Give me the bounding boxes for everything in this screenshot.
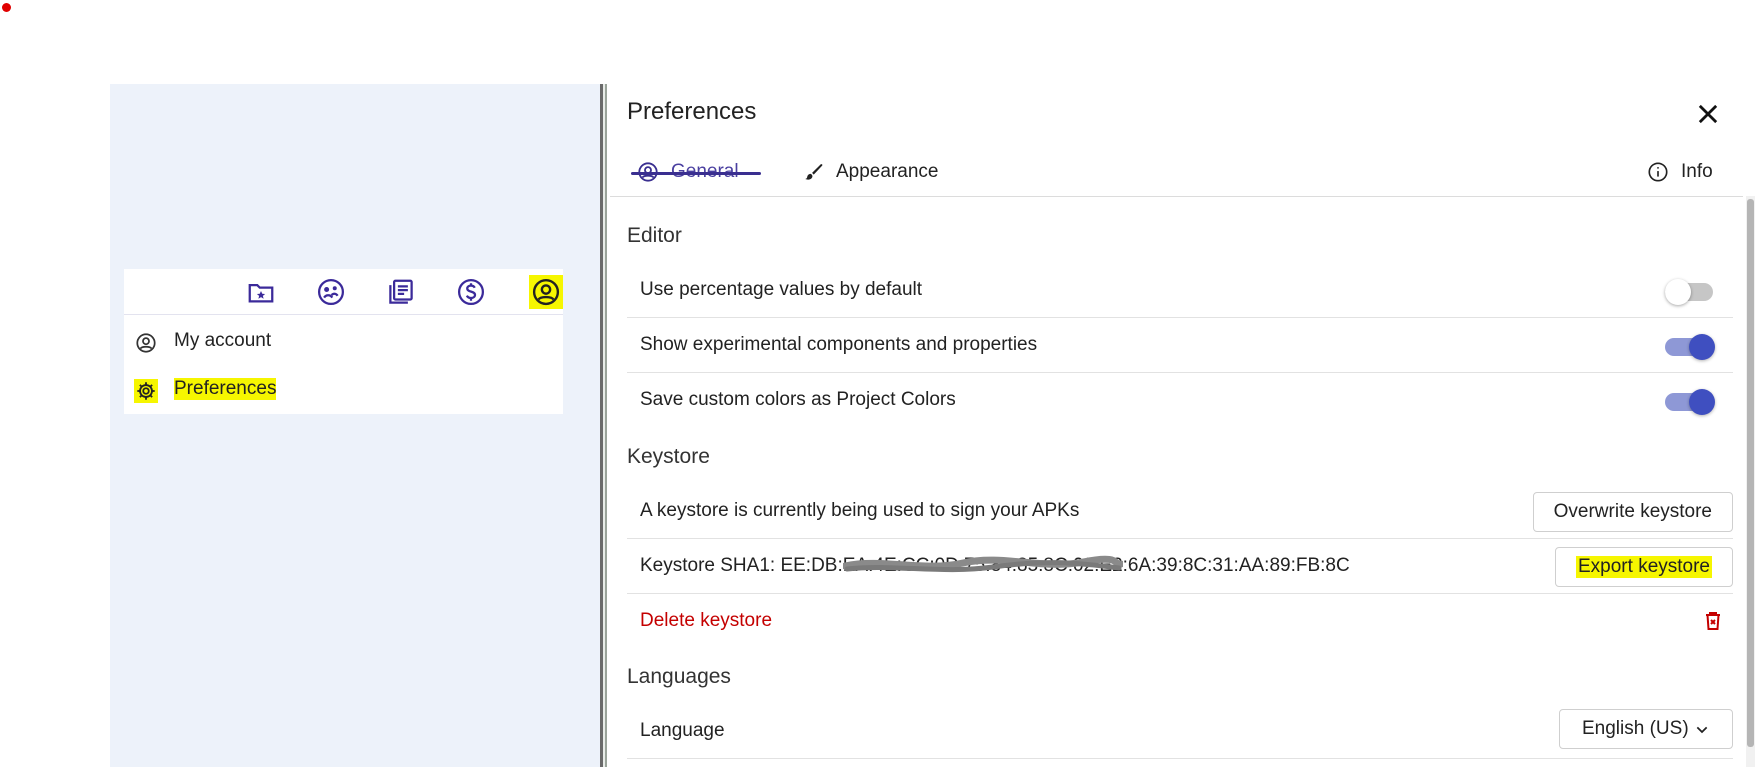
scrollbar[interactable] (1746, 196, 1755, 767)
keystore-status-text: A keystore is currently being used to si… (640, 500, 1080, 521)
project-folder-icon[interactable] (244, 275, 278, 309)
delete-keystore-label: Delete keystore (640, 610, 773, 631)
button-label: Overwrite keystore (1553, 501, 1712, 522)
language-row: Language English (US) (627, 704, 1733, 759)
experimental-toggle[interactable] (1665, 334, 1715, 360)
button-label: Export keystore (1576, 556, 1712, 578)
percentage-toggle[interactable] (1665, 279, 1715, 305)
docs-icon[interactable] (384, 275, 418, 309)
close-icon (1698, 104, 1718, 124)
brush-icon (805, 164, 823, 180)
section-title-editor: Editor (627, 224, 682, 247)
left-pane: My account Preferences (110, 84, 600, 767)
tabs-divider (610, 196, 1743, 197)
menu-item-label: My account (174, 330, 272, 351)
section-title-keystore: Keystore (627, 445, 710, 468)
menu-item-label: Preferences (174, 378, 277, 400)
delete-keystore-row[interactable]: Delete keystore (627, 594, 1733, 649)
chevron-down-icon (1696, 726, 1708, 734)
language-selected-value: English (US) (1582, 718, 1689, 739)
section-title-languages: Languages (627, 665, 731, 688)
strike-annotation (631, 172, 761, 175)
overwrite-keystore-button[interactable]: Overwrite keystore (1532, 492, 1733, 532)
keystore-sha1-row: Keystore SHA1: EE:DB:EA:4E:CC:0D:75:84:8… (627, 539, 1733, 594)
setting-row-percentage: Use percentage values by default (627, 263, 1733, 318)
setting-label: Save custom colors as Project Colors (640, 389, 956, 410)
setting-row-project-colors: Save custom colors as Project Colors (627, 373, 1733, 428)
close-button[interactable] (1694, 100, 1722, 128)
trash-icon[interactable] (1701, 609, 1725, 633)
language-label: Language (640, 720, 725, 741)
tab-label: Appearance (836, 161, 939, 182)
info-icon (1648, 162, 1668, 182)
tab-info[interactable]: Info (1647, 156, 1713, 188)
account-circle-icon (134, 331, 158, 355)
preferences-dialog: Preferences General Appearance Info Edit… (607, 84, 1755, 767)
language-select[interactable]: English (US) (1559, 709, 1733, 749)
billing-icon[interactable] (454, 275, 488, 309)
gear-icon (134, 379, 158, 403)
tab-label: Info (1681, 161, 1713, 182)
page-title: Preferences (627, 98, 757, 125)
assets-icon[interactable] (314, 275, 348, 309)
menu-item-my-account[interactable]: My account (124, 323, 563, 359)
menu-item-preferences[interactable]: Preferences (124, 371, 563, 407)
setting-label: Show experimental components and propert… (640, 334, 1038, 355)
setting-label: Use percentage values by default (640, 279, 923, 300)
nav-icon-bar (124, 269, 563, 315)
account-icon[interactable] (529, 275, 563, 309)
toggle-knob (1689, 389, 1715, 415)
tab-appearance[interactable]: Appearance (802, 156, 938, 188)
toggle-knob (1689, 334, 1715, 360)
tab-general[interactable]: General (631, 156, 761, 188)
red-dot-marker (2, 3, 11, 12)
redaction-scribble (843, 555, 1123, 573)
keystore-status-row: A keystore is currently being used to si… (627, 484, 1733, 539)
account-menu: My account Preferences (124, 269, 563, 414)
project-colors-toggle[interactable] (1665, 389, 1715, 415)
scrollbar-thumb[interactable] (1747, 199, 1754, 747)
export-keystore-button[interactable]: Export keystore (1555, 547, 1733, 587)
setting-row-experimental: Show experimental components and propert… (627, 318, 1733, 373)
toggle-knob (1665, 279, 1691, 305)
